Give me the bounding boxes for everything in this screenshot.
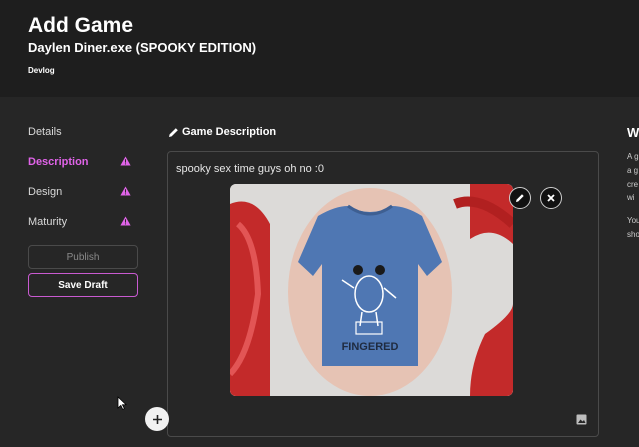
edit-image-button[interactable]	[509, 187, 531, 209]
game-name: Daylen Diner.exe (SPOOKY EDITION)	[28, 40, 257, 55]
right-panel-text-line: wi	[627, 193, 635, 202]
sidebar-item-details[interactable]: Details	[28, 126, 62, 138]
remove-image-button[interactable]	[540, 187, 562, 209]
devlog-tag[interactable]: Devlog	[28, 66, 55, 75]
section-title: Game Description	[182, 126, 277, 138]
save-draft-button[interactable]: Save Draft	[28, 273, 138, 297]
right-panel-text-line: You	[627, 216, 639, 225]
close-icon	[547, 194, 555, 202]
embedded-image[interactable]: FINGERED	[230, 184, 513, 396]
description-text[interactable]: spooky sex time guys oh no :0	[176, 163, 324, 175]
warning-icon	[120, 216, 131, 226]
pencil-icon	[516, 194, 524, 202]
sidebar-item-maturity[interactable]: Maturity	[28, 216, 67, 228]
sidebar-item-description[interactable]: Description	[28, 156, 89, 168]
section-heading: Game Description	[168, 126, 276, 138]
description-editor[interactable]: spooky sex time guys oh no :0 FINGERED	[167, 151, 599, 437]
add-block-button[interactable]	[145, 407, 169, 431]
page-title: Add Game	[28, 14, 134, 37]
warning-icon	[120, 186, 131, 196]
image-icon[interactable]	[576, 414, 587, 425]
right-panel-text-line: A g	[627, 152, 639, 161]
plus-icon	[152, 414, 162, 424]
shirt-print-text: FINGERED	[342, 341, 399, 353]
mouse-cursor-icon	[117, 396, 127, 410]
warning-icon	[120, 156, 131, 166]
right-panel-text-line: a g	[627, 166, 639, 175]
right-panel-text-line: sho	[627, 230, 639, 239]
right-panel-text-line: cre	[627, 180, 639, 189]
sidebar-item-design[interactable]: Design	[28, 186, 62, 198]
right-panel-heading: W	[627, 125, 639, 140]
publish-button[interactable]: Publish	[28, 245, 138, 269]
page-header: Add Game Daylen Diner.exe (SPOOKY EDITIO…	[0, 0, 639, 97]
pencil-icon	[169, 127, 178, 137]
